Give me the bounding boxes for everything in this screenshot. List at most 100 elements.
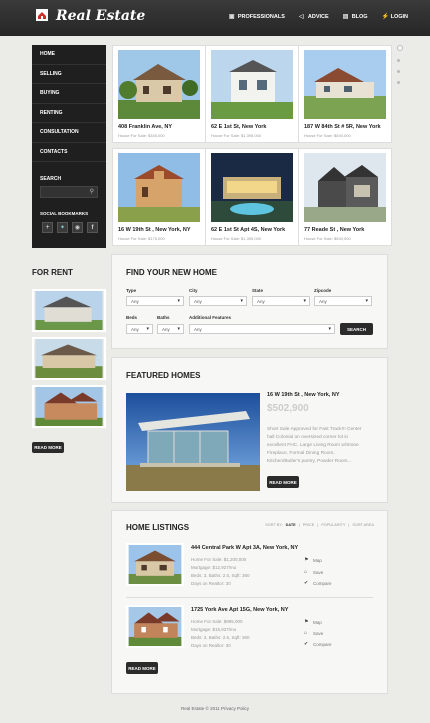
nav-label: Professionals: [237, 14, 285, 20]
nav-label: Login: [390, 14, 408, 20]
sidebar-item-consultation[interactable]: Consultation: [32, 123, 106, 143]
site-header: Real Estate ▣ Professionals ◁ Advice ▤ Blog…: [0, 0, 430, 36]
listing-card[interactable]: 62 E 1st St Apt 4S, New York House For S…: [205, 148, 299, 246]
check-icon: ✔: [304, 580, 309, 586]
pager-dot[interactable]: [397, 81, 400, 84]
house-photo: [118, 50, 200, 119]
listing-card[interactable]: 187 W 84th St # 5R, New York House For S…: [298, 45, 392, 143]
city-label: City: [189, 288, 198, 293]
save-action[interactable]: ⌂ Save: [304, 569, 323, 575]
listing-address[interactable]: 62 E 1st St, New York: [211, 124, 266, 130]
top-navigation: ▣ Professionals ◁ Advice ▤ Blog ⚡ Login: [229, 14, 408, 20]
listing-address[interactable]: 62 E 1st St Apt 4S, New York: [211, 227, 285, 233]
chevron-down-icon: ▾: [177, 326, 180, 332]
compare-action[interactable]: ✔ Compare: [304, 580, 332, 586]
house-photo: [211, 153, 293, 222]
compare-action[interactable]: ✔ Compare: [304, 641, 332, 647]
home-listing-days: Days on Realtor: 30: [191, 643, 231, 648]
pager-dot[interactable]: [397, 59, 400, 62]
globe-icon[interactable]: ◉: [72, 222, 83, 233]
listing-card[interactable]: 62 E 1st St, New York House For Sale: $1…: [205, 45, 299, 143]
sort-option-area[interactable]: Sort Area: [352, 523, 374, 527]
home-listing-address[interactable]: 1725 York Ave Apt 15G, New York, NY: [191, 607, 288, 613]
listing-photo[interactable]: [126, 543, 184, 586]
sidebar: Home Selling Buying Renting Consultation…: [32, 45, 106, 248]
listing-address[interactable]: 77 Reade St , New York: [304, 227, 364, 233]
sidebar-item-buying[interactable]: Buying: [32, 84, 106, 104]
pager-dot[interactable]: [397, 70, 400, 73]
search-button[interactable]: Search: [340, 323, 373, 335]
listing-card[interactable]: 77 Reade St , New York House For Sale: $…: [298, 148, 392, 246]
sort-option-price[interactable]: Price: [303, 523, 315, 527]
listing-card[interactable]: 408 Franklin Ave, NY House For Sale: $34…: [112, 45, 206, 143]
baths-select[interactable]: Any ▾: [157, 324, 184, 334]
chevron-down-icon: ▾: [177, 298, 180, 304]
baths-label: Baths: [157, 315, 170, 320]
sidebar-item-selling[interactable]: Selling: [32, 65, 106, 84]
for-rent-title: For Rent: [32, 268, 73, 277]
featured-read-more-button[interactable]: Read More: [267, 476, 299, 488]
map-pin-icon: ⚑: [304, 619, 309, 625]
type-select[interactable]: Any ▾: [126, 296, 184, 306]
briefcase-icon: ▣: [228, 14, 235, 20]
rent-house-photo[interactable]: [32, 289, 106, 332]
pager-dot[interactable]: [397, 45, 403, 51]
map-action[interactable]: ⚑ Map: [304, 557, 322, 563]
home-listing-specs: Beds: 3, Baths: 2.5, Sqft: 360: [191, 573, 250, 578]
select-value: Any: [131, 327, 139, 332]
sidebar-item-contacts[interactable]: Contacts: [32, 143, 106, 162]
for-rent-read-more-button[interactable]: Read More: [32, 442, 64, 453]
home-listing-address[interactable]: 444 Central Park W Apt 3A, New York, NY: [191, 545, 298, 551]
featured-address[interactable]: 16 W 19th St , New York, NY: [267, 392, 340, 398]
brand-name[interactable]: Real Estate: [56, 8, 145, 24]
rent-house-photo[interactable]: [32, 337, 106, 380]
action-label: Map: [313, 557, 322, 563]
nav-blog[interactable]: ▤ Blog: [343, 14, 368, 20]
action-label: Compare: [313, 580, 332, 586]
beds-select[interactable]: Any ▾: [126, 324, 153, 334]
action-label: Save: [313, 569, 324, 575]
bird-icon[interactable]: ✦: [57, 222, 68, 233]
select-value: Any: [131, 299, 139, 304]
beds-label: Beds: [126, 315, 138, 320]
sort-option-date[interactable]: Date: [286, 523, 296, 527]
search-label: Search: [40, 176, 62, 182]
sidebar-search-input[interactable]: ⚲: [40, 186, 98, 198]
plus-icon[interactable]: +: [42, 222, 53, 233]
map-action[interactable]: ⚑ Map: [304, 619, 322, 625]
footer: Real Estate © 2011 Privacy Policy: [180, 706, 249, 711]
map-pin-icon: ⚑: [304, 557, 309, 563]
city-select[interactable]: Any ▾: [189, 296, 247, 306]
select-value: Any: [194, 327, 202, 332]
sidebar-item-home[interactable]: Home: [32, 45, 106, 65]
search-icon[interactable]: ⚲: [90, 189, 94, 195]
nav-advice[interactable]: ◁ Advice: [299, 14, 329, 20]
rent-house-photo[interactable]: [32, 385, 106, 428]
house-logo-icon[interactable]: [35, 8, 49, 22]
listing-price: House For Sale: $175,000: [118, 236, 165, 241]
sidebar-item-renting[interactable]: Renting: [32, 104, 106, 123]
chevron-down-icon: ▾: [146, 326, 149, 332]
facebook-icon[interactable]: f: [87, 222, 98, 233]
listing-address[interactable]: 16 W 19th St , New York, NY: [118, 227, 191, 233]
state-select[interactable]: Any ▾: [252, 296, 310, 306]
sort-separator: |: [298, 523, 300, 527]
zipcode-select[interactable]: Any ▾: [314, 296, 372, 306]
sort-option-popularity[interactable]: Popularity: [321, 523, 345, 527]
listing-card[interactable]: 16 W 19th St , New York, NY House For Sa…: [112, 148, 206, 246]
sort-separator: |: [348, 523, 350, 527]
listing-price: House For Sale: $1,395,000: [211, 236, 262, 241]
features-select[interactable]: Any ▾: [189, 324, 335, 334]
chevron-down-icon: ▾: [328, 326, 331, 332]
nav-professionals[interactable]: ▣ Professionals: [229, 14, 285, 20]
lightning-icon: ⚡: [381, 14, 390, 20]
nav-login[interactable]: ⚡ Login: [382, 14, 408, 20]
listing-address[interactable]: 408 Franklin Ave, NY: [118, 124, 172, 130]
action-label: Save: [313, 630, 324, 636]
save-action[interactable]: ⌂ Save: [304, 630, 323, 636]
featured-house-photo[interactable]: [126, 393, 260, 491]
listing-photo[interactable]: [126, 605, 184, 648]
listing-address[interactable]: 187 W 84th St # 5R, New York: [304, 124, 381, 130]
listings-read-more-button[interactable]: Read More: [126, 662, 158, 674]
chevron-down-icon: ▾: [240, 298, 243, 304]
